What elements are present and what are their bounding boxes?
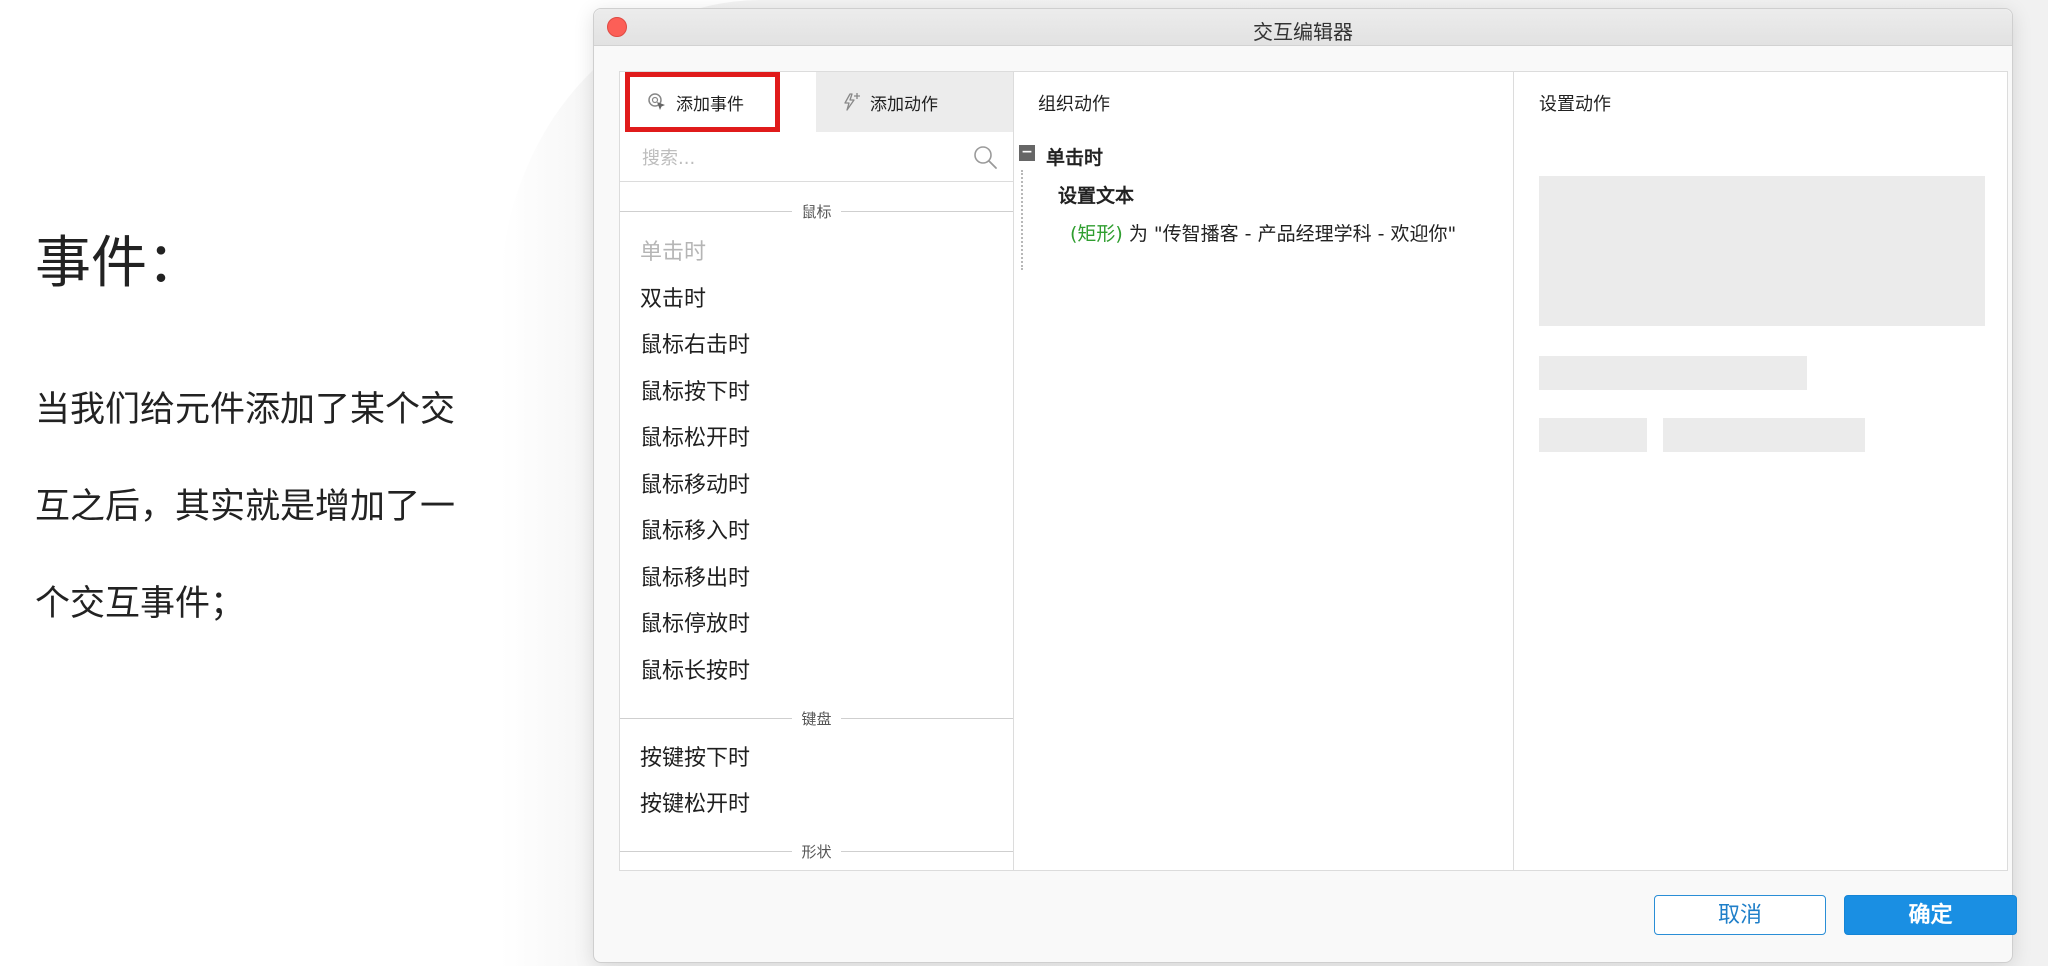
tree-detail-text: 为 "传智播客 - 产品经理学科 - 欢迎你" bbox=[1122, 223, 1457, 245]
ok-button[interactable]: 确定 bbox=[1844, 895, 2017, 935]
tab-add-event-label: 添加事件 bbox=[676, 94, 744, 115]
add-event-icon bbox=[646, 91, 668, 113]
event-search bbox=[620, 132, 1013, 182]
tab-add-action[interactable]: 添加动作 bbox=[816, 72, 1013, 132]
tree-action-set-text[interactable]: 设置文本 bbox=[1058, 181, 1134, 208]
organize-actions-panel: 组织动作 − 单击时 设置文本 (矩形) 为 "传智播客 - 产品经理学科 - … bbox=[1013, 72, 1514, 870]
collapse-icon[interactable]: − bbox=[1019, 145, 1035, 161]
event-item-right-click[interactable]: 鼠标右击时 bbox=[640, 332, 750, 360]
group-label-keyboard: 键盘 bbox=[792, 710, 841, 728]
events-panel: 添加事件 添加动作 搜索... 鼠标 单击时 双击时 鼠标右击时 鼠标按下时 鼠… bbox=[620, 72, 1014, 870]
tab-add-action-label: 添加动作 bbox=[870, 94, 938, 115]
event-item-mouse-hover[interactable]: 鼠标停放时 bbox=[640, 611, 750, 639]
interaction-editor-dialog: 交互编辑器 添加事件 添加动作 搜索... 鼠标 单击时 双击时 鼠标右击时 鼠… bbox=[593, 8, 2017, 963]
group-header-mouse: 鼠标 bbox=[620, 201, 1013, 221]
tab-add-event[interactable]: 添加事件 bbox=[625, 72, 780, 132]
event-item-long-press[interactable]: 鼠标长按时 bbox=[640, 658, 750, 686]
cancel-button[interactable]: 取消 bbox=[1654, 895, 1826, 935]
tree-connector bbox=[1021, 170, 1023, 270]
event-item-double-click[interactable]: 双击时 bbox=[640, 286, 706, 314]
configure-action-title: 设置动作 bbox=[1539, 94, 1611, 115]
group-header-shape: 形状 bbox=[620, 841, 1013, 861]
slide-title: 事件： bbox=[35, 231, 203, 296]
title-bar: 交互编辑器 bbox=[594, 9, 2012, 46]
placeholder-small bbox=[1539, 418, 1647, 452]
slide-paragraph: 当我们给元件添加了某个交互之后，其实就是增加了一个交互事件； bbox=[35, 390, 456, 624]
event-item-mouse-move[interactable]: 鼠标移动时 bbox=[640, 472, 750, 500]
add-action-icon bbox=[840, 91, 862, 113]
placeholder-medium bbox=[1663, 418, 1865, 452]
event-item-key-down[interactable]: 按键按下时 bbox=[640, 745, 750, 773]
placeholder-block bbox=[1539, 176, 1985, 326]
organize-actions-title: 组织动作 bbox=[1038, 94, 1110, 115]
search-icon[interactable] bbox=[972, 144, 998, 170]
event-item-mouse-leave[interactable]: 鼠标移出时 bbox=[640, 565, 750, 593]
group-label-mouse: 鼠标 bbox=[792, 203, 841, 221]
group-header-keyboard: 键盘 bbox=[620, 708, 1013, 728]
event-item-mouse-up[interactable]: 鼠标松开时 bbox=[640, 425, 750, 453]
configure-action-panel: 设置动作 bbox=[1514, 72, 2007, 870]
search-input[interactable] bbox=[640, 144, 964, 172]
event-item-key-up[interactable]: 按键松开时 bbox=[640, 791, 750, 819]
tree-event-click[interactable]: 单击时 bbox=[1046, 143, 1103, 170]
tree-target-widget: (矩形) bbox=[1070, 223, 1123, 245]
event-item-click: 单击时 bbox=[640, 240, 707, 265]
group-label-shape: 形状 bbox=[792, 843, 841, 861]
event-item-mouse-down[interactable]: 鼠标按下时 bbox=[640, 379, 750, 407]
editor-content: 添加事件 添加动作 搜索... 鼠标 单击时 双击时 鼠标右击时 鼠标按下时 鼠… bbox=[619, 71, 2008, 871]
placeholder-bar bbox=[1539, 356, 1807, 390]
tree-action-detail[interactable]: (矩形) 为 "传智播客 - 产品经理学科 - 欢迎你" bbox=[1070, 219, 1456, 246]
event-item-mouse-enter[interactable]: 鼠标移入时 bbox=[640, 518, 750, 546]
window-title: 交互编辑器 bbox=[1253, 20, 1353, 44]
